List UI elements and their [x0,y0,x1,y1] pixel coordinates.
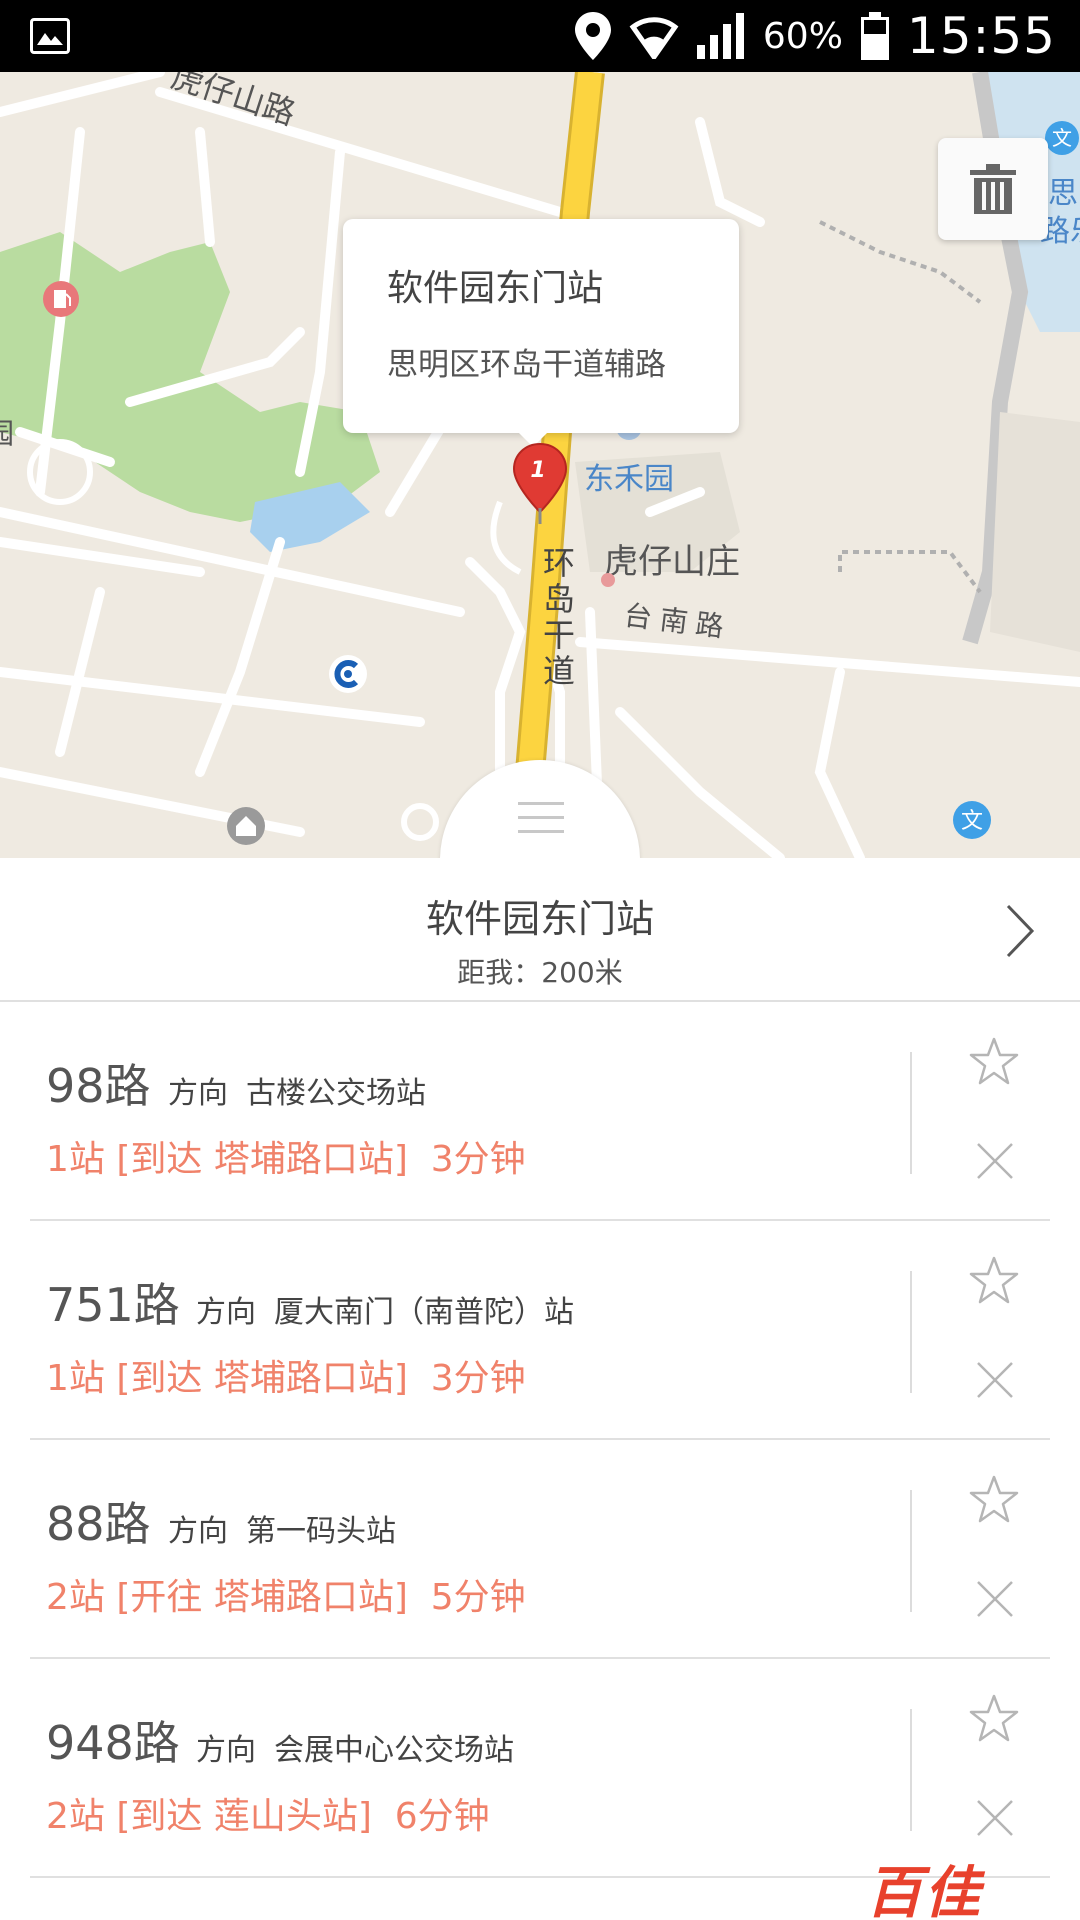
route-item[interactable]: 98路 方向 古楼公交场站 1站 [到达 塔埔路口站] 3分钟 [30,1002,1050,1221]
station-name: 软件园东门站 [425,897,654,941]
route-status: 2站 [开往 塔埔路口站] 5分钟 [46,1577,526,1618]
wifi-icon [629,17,679,59]
poi-label-huzaishanzhuang: 虎仔山庄 [604,542,740,582]
route-direction: 方向 古楼公交场站 [168,1076,426,1111]
svg-text:文: 文 [961,809,983,834]
remove-close-icon[interactable] [976,1142,1014,1180]
svg-text:文: 文 [1052,126,1072,150]
route-number: 98路 [46,1059,151,1113]
pin-number: 1 [530,458,545,483]
route-direction: 方向 厦大南门（南普陀）站 [196,1295,574,1330]
gas-station-icon[interactable] [42,280,80,318]
small-poi-icon [601,573,615,587]
location-icon [574,12,611,60]
route-direction: 方向 会展中心公交场站 [196,1733,514,1768]
battery-icon [860,12,889,60]
trash-icon [970,164,1016,214]
station-distance: 距我：200米 [457,956,623,989]
handle-line [518,830,564,833]
route-item[interactable]: 751路 方向 厦大南门（南普陀）站 1站 [到达 塔埔路口站] 3分钟 [30,1221,1050,1440]
station-pin[interactable]: 1 [512,442,568,530]
route-item[interactable]: 88路 方向 第一码头站 2站 [开往 塔埔路口站] 5分钟 [30,1440,1050,1659]
battery-percent: 60% [762,15,843,57]
poi-label-dongheyuan: 东禾园 [584,462,674,497]
map-view[interactable]: 虎仔山路 环岛干道 台南路 虎仔山庄 东禾园 思 路乐 园 文 文 软件园东门站… [0,72,1080,858]
clock: 15:55 [906,7,1056,65]
chevron-right-icon[interactable] [1004,902,1036,960]
remove-close-icon[interactable] [976,1361,1014,1399]
route-number: 88路 [46,1497,151,1551]
map-label-yuan: 园 [0,417,15,450]
popup-station-address: 思明区环岛干道辅路 [387,347,666,383]
remove-close-icon[interactable] [976,1580,1014,1618]
favorite-star-icon[interactable] [968,1255,1020,1305]
school-icon-2[interactable]: 文 [952,800,992,840]
remove-close-icon[interactable] [976,1799,1014,1837]
bank-icon[interactable] [328,654,368,694]
divider [910,1271,912,1393]
route-status: 1站 [到达 塔埔路口站] 3分钟 [46,1139,526,1180]
clear-map-button[interactable] [938,138,1048,240]
gallery-notification-icon [30,18,70,54]
watermark-logo: 百佳 [866,1861,982,1920]
house-icon[interactable] [226,806,266,846]
popup-station-name: 软件园东门站 [387,268,604,309]
route-number: 751路 [46,1278,180,1332]
station-header[interactable]: 软件园东门站 距我：200米 [0,858,1080,1002]
road-label-huandao: 环岛干道 [538,546,576,690]
signal-icon [696,13,744,59]
route-status: 2站 [到达 莲山头站] 6分钟 [46,1796,490,1837]
favorite-star-icon[interactable] [968,1693,1020,1743]
divider [910,1052,912,1174]
handle-line [518,816,564,819]
route-direction: 方向 第一码头站 [168,1514,396,1549]
divider [910,1490,912,1612]
route-number: 948路 [46,1716,180,1770]
favorite-star-icon[interactable] [968,1036,1020,1086]
map-pin-icon: 1 [512,442,568,524]
status-bar: 60% 15:55 [0,0,1080,72]
divider [910,1709,912,1831]
handle-line [518,802,564,805]
school-icon[interactable]: 文 [1044,120,1080,156]
route-status: 1站 [到达 塔埔路口站] 3分钟 [46,1358,526,1399]
station-popup[interactable]: 软件园东门站 思明区环岛干道辅路 [343,219,739,447]
route-item[interactable]: 948路 方向 会展中心公交场站 2站 [到达 莲山头站] 6分钟 [30,1659,1050,1878]
favorite-star-icon[interactable] [968,1474,1020,1524]
